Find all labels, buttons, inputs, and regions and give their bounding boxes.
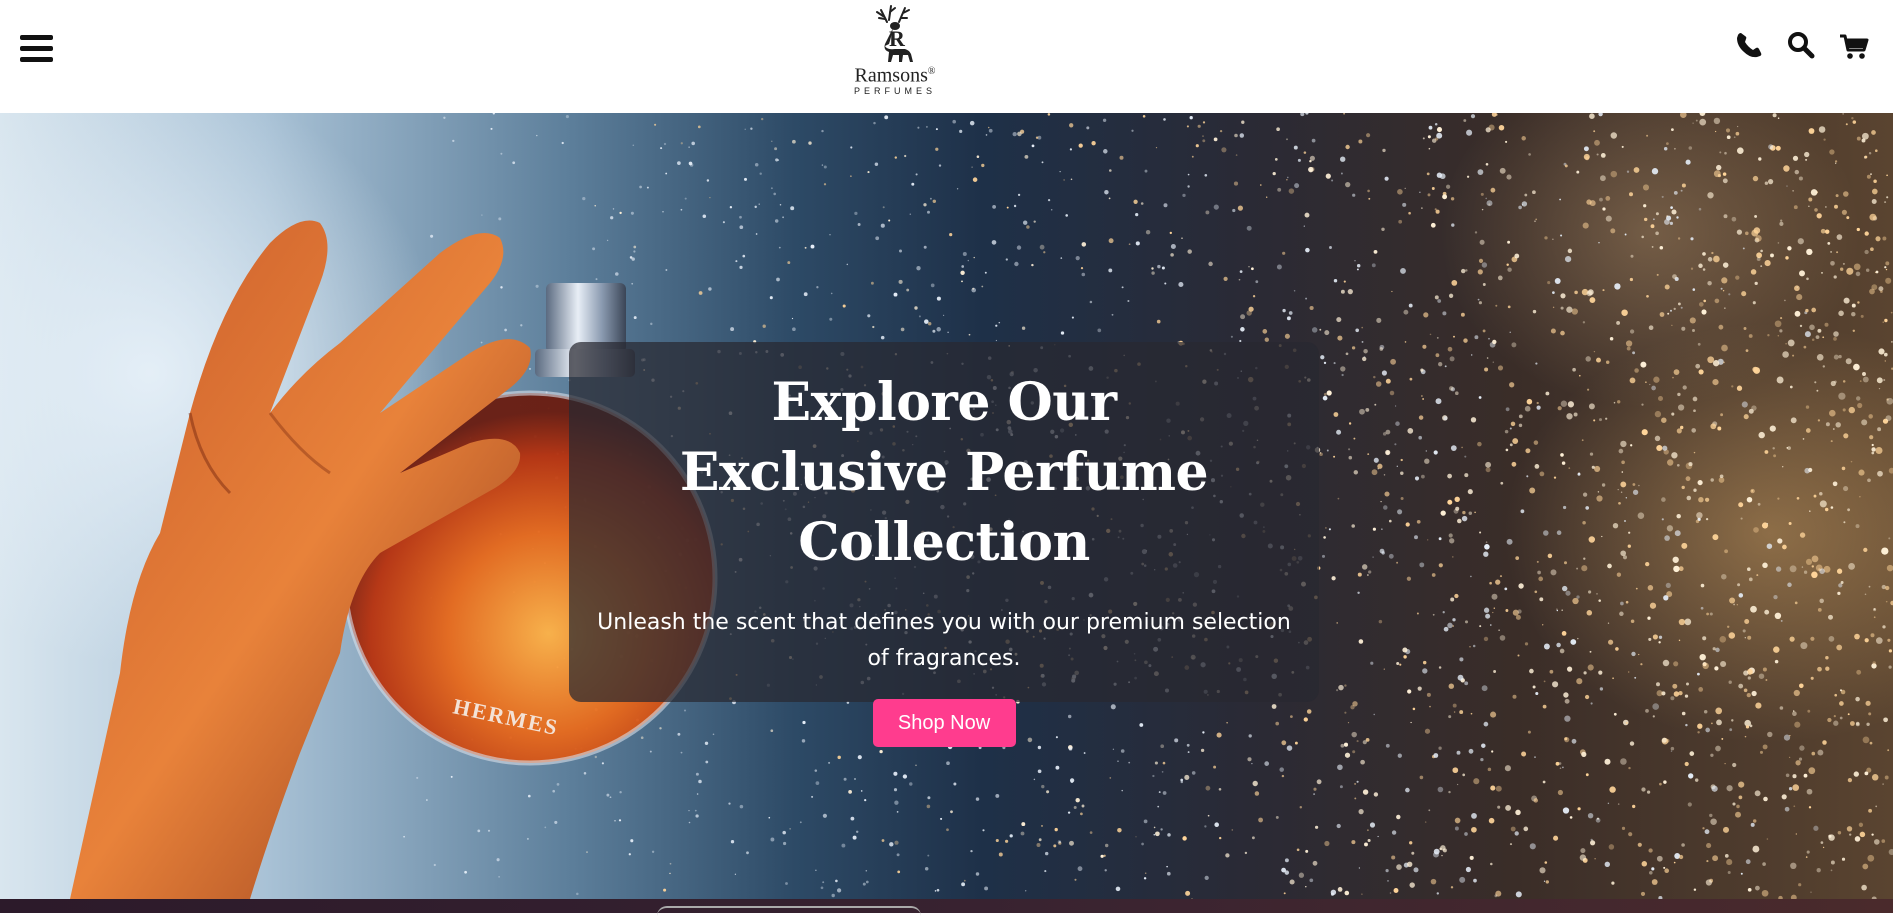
hero-subtitle: Unleash the scent that defines you with …	[597, 610, 1291, 671]
logo-brand-name: Ramsons®	[835, 62, 955, 86]
menu-bar	[20, 46, 53, 51]
hero-title: Explore Our Exclusive Perfume Collection	[679, 372, 1209, 573]
stag-logo-icon: R	[876, 5, 913, 62]
menu-bar	[20, 57, 53, 62]
site-logo[interactable]: R Ramsons® PERFUMES	[835, 0, 955, 100]
search-icon[interactable]	[1786, 30, 1816, 60]
logo-subtitle: PERFUMES	[853, 85, 936, 96]
next-section-pill	[657, 906, 921, 916]
hero-banner: HERMES Explore Our Exclusive Perfume Col…	[0, 113, 1893, 899]
menu-bar	[20, 35, 53, 40]
phone-icon[interactable]	[1734, 30, 1764, 60]
next-section-strip	[0, 899, 1893, 913]
shop-now-button[interactable]: Shop Now	[872, 699, 1016, 747]
cart-icon[interactable]	[1838, 30, 1869, 60]
logo-registered-mark: ®	[927, 66, 936, 77]
svg-text:R: R	[889, 26, 906, 51]
hamburger-menu-icon[interactable]	[20, 34, 55, 64]
site-header: R Ramsons® PERFUMES	[0, 0, 1893, 113]
hero-card: Explore Our Exclusive Perfume Collection…	[569, 342, 1319, 747]
logo-name-text: Ramsons	[854, 64, 928, 87]
